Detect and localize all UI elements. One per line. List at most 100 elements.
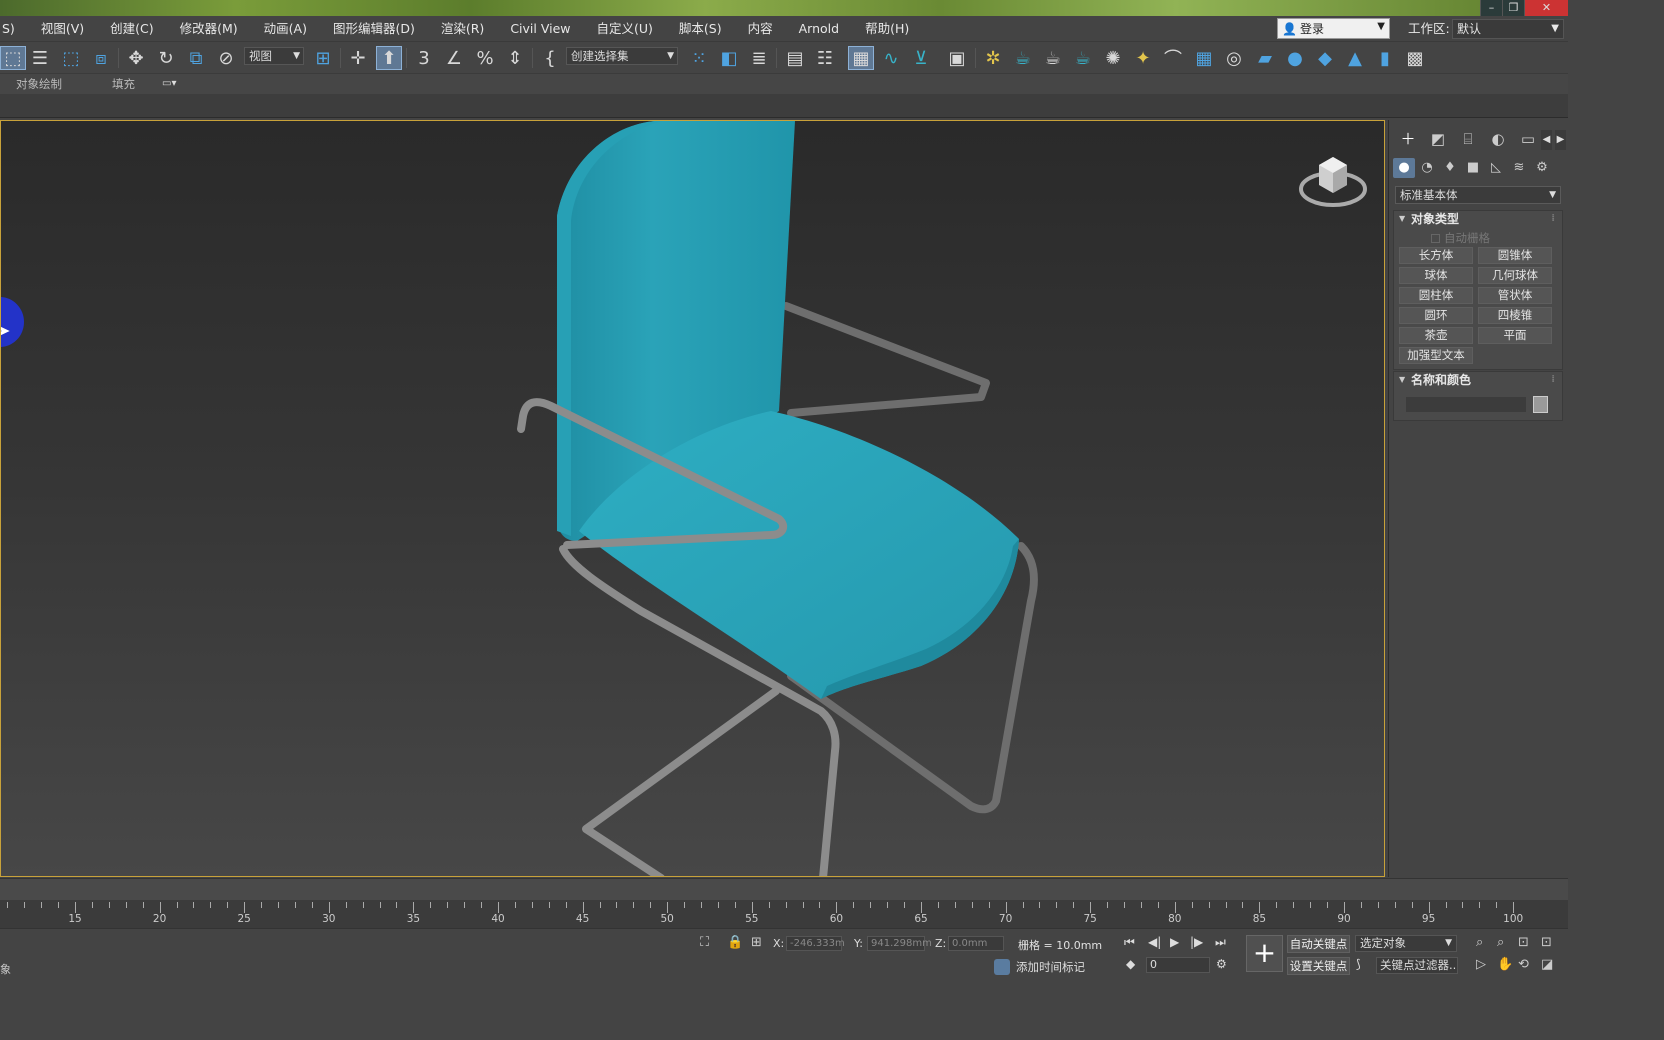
modify-tab-icon[interactable]: ◩ <box>1423 128 1453 150</box>
material-editor-icon[interactable]: ⊻ <box>908 46 934 70</box>
percent-snap-icon[interactable]: % <box>472 46 498 70</box>
restore-button[interactable]: ❐ <box>1502 0 1524 16</box>
menu-item-graph-editors[interactable]: 图形编辑器(D) <box>320 16 428 42</box>
angle-snap-icon[interactable]: ∠ <box>441 46 467 70</box>
text-plus-button[interactable]: 加强型文本 <box>1399 347 1473 364</box>
place-icon[interactable]: ⊘ <box>213 46 239 70</box>
mirror-icon[interactable]: ⁙ <box>686 46 712 70</box>
key-selection-set-dropdown[interactable]: 选定对象 ▼ <box>1355 935 1457 952</box>
tube-button[interactable]: 管状体 <box>1478 287 1552 304</box>
next-frame-icon[interactable]: |▶ <box>1190 935 1203 949</box>
menu-item-content[interactable]: 内容 <box>735 16 786 42</box>
curve-tool-icon[interactable]: ⌒ <box>1160 46 1186 70</box>
named-selection-set-dropdown[interactable]: 创建选择集 ▼ <box>566 47 678 65</box>
add-time-tag-button[interactable]: 添加时间标记 <box>994 959 1085 975</box>
align-icon[interactable]: ◧ <box>716 46 742 70</box>
go-to-start-icon[interactable]: ⏮ <box>1124 935 1135 950</box>
geometry-category-dropdown[interactable]: 标准基本体 ▼ <box>1395 186 1561 204</box>
lights-icon[interactable]: ♦ <box>1439 158 1461 178</box>
close-button[interactable]: ✕ <box>1524 0 1568 16</box>
select-by-name-icon[interactable]: ☰ <box>27 46 53 70</box>
render-production-icon[interactable]: ☕ <box>1010 46 1036 70</box>
box-tool-icon[interactable]: ◆ <box>1312 46 1338 70</box>
scroll-right-icon[interactable]: ▶ <box>1555 130 1566 150</box>
select-manipulate-icon[interactable]: ✛ <box>345 46 371 70</box>
cone-button[interactable]: 圆锥体 <box>1478 247 1552 264</box>
menu-item-animation[interactable]: 动画(A) <box>251 16 320 42</box>
space-warps-icon[interactable]: ≋ <box>1508 158 1530 178</box>
key-mode-icon[interactable]: ◆ <box>1126 957 1135 971</box>
teapot-button[interactable]: 茶壶 <box>1399 327 1473 344</box>
display-tab-icon[interactable]: ▭ <box>1513 128 1543 150</box>
menu-item-modifiers[interactable]: 修改器(M) <box>167 16 251 42</box>
sphere-tool-icon[interactable]: ● <box>1282 46 1308 70</box>
menu-item-civil-view[interactable]: Civil View <box>497 16 583 42</box>
current-frame-spinner[interactable]: 0 <box>1146 957 1210 973</box>
checker-icon[interactable]: ▩ <box>1402 46 1428 70</box>
orbit-icon[interactable]: ◎ <box>1221 46 1247 70</box>
isolate-selection-icon[interactable]: ⛶ <box>700 935 709 950</box>
rendered-frame-window-icon[interactable]: ✲ <box>980 46 1006 70</box>
ribbon-tab-object-paint[interactable]: 对象绘制 <box>16 76 62 92</box>
y-coordinate-field[interactable]: 941.298mm <box>867 936 932 951</box>
edit-named-sets-icon[interactable]: { <box>537 46 563 70</box>
pyramid-button[interactable]: 四棱锥 <box>1478 307 1552 324</box>
scale-icon[interactable]: ⧉ <box>183 46 209 70</box>
maximize-viewport-icon[interactable]: ◪ <box>1541 957 1553 972</box>
geosphere-button[interactable]: 几何球体 <box>1478 267 1552 284</box>
toggle-scene-explorer-icon[interactable]: ≣ <box>746 46 772 70</box>
box-button[interactable]: 长方体 <box>1399 247 1473 264</box>
ribbon-toggle-icon[interactable]: ▭▾ <box>162 78 188 90</box>
absolute-mode-icon[interactable]: ⊞ <box>751 935 762 950</box>
menu-item-select[interactable]: S) <box>0 16 28 42</box>
plane-tool-icon[interactable]: ▰ <box>1252 46 1278 70</box>
workspace-dropdown[interactable]: 默认 ▼ <box>1452 19 1564 39</box>
name-color-header[interactable]: ▼ 名称和颜色 ⁞ <box>1395 371 1561 389</box>
object-type-header[interactable]: ▼ 对象类型 ⁞ <box>1395 210 1561 228</box>
time-slider[interactable] <box>0 878 1568 900</box>
previous-frame-icon[interactable]: ◀| <box>1148 935 1161 949</box>
sun-positioner-icon[interactable]: ✺ <box>1100 46 1126 70</box>
go-to-end-icon[interactable]: ⏭ <box>1215 935 1226 950</box>
track-bar[interactable]: 15 20 25 30 35 40 45 50 55 60 65 70 75 80 85 90 95 100 <box>0 900 1568 928</box>
geometry-icon[interactable]: ● <box>1393 158 1415 178</box>
select-object-icon[interactable]: ⬚ <box>0 46 26 70</box>
auto-key-button[interactable]: 自动关键点 <box>1287 935 1350 953</box>
selection-lock-icon[interactable]: 🔒 <box>727 935 743 950</box>
plane-button[interactable]: 平面 <box>1478 327 1552 344</box>
schematic-view-icon[interactable]: ∿ <box>878 46 904 70</box>
cylinder-button[interactable]: 圆柱体 <box>1399 287 1473 304</box>
time-configuration-icon[interactable]: ⚙ <box>1216 957 1227 971</box>
window-crossing-icon[interactable]: ⧈ <box>88 46 114 70</box>
spinner-snap-icon[interactable]: ⇕ <box>502 46 528 70</box>
viewcube-icon[interactable] <box>1297 149 1369 213</box>
scroll-left-icon[interactable]: ◀ <box>1541 130 1552 150</box>
toggle-ribbon-icon[interactable]: ☷ <box>812 46 838 70</box>
layer-explorer-icon[interactable]: ▤ <box>782 46 808 70</box>
pivot-center-icon[interactable]: ⊞ <box>310 46 336 70</box>
set-key-button[interactable]: 设置关键点 <box>1287 957 1350 975</box>
key-filter-icon[interactable]: ⟆ <box>1356 957 1361 971</box>
x-coordinate-field[interactable]: -246.333m <box>786 936 845 951</box>
render-activeshade-icon[interactable]: ☕ <box>1070 46 1096 70</box>
move-icon[interactable]: ✥ <box>123 46 149 70</box>
play-icon[interactable]: ▶ <box>1170 935 1179 949</box>
render-iterative-icon[interactable]: ☕ <box>1040 46 1066 70</box>
menu-item-scripting[interactable]: 脚本(S) <box>666 16 735 42</box>
orbit-icon[interactable]: ⟲ <box>1518 957 1529 972</box>
motion-tab-icon[interactable]: ◐ <box>1483 128 1513 150</box>
zoom-extents-all-icon[interactable]: ⊡ <box>1541 935 1552 950</box>
menu-item-help[interactable]: 帮助(H) <box>852 16 922 42</box>
set-key-plus-icon[interactable]: + <box>1246 935 1283 972</box>
key-filters-button[interactable]: 关键点过滤器... <box>1376 957 1458 974</box>
menu-item-arnold[interactable]: Arnold <box>786 16 852 42</box>
login-dropdown[interactable]: 👤 登录 ▼ <box>1277 18 1390 39</box>
perspective-viewport[interactable]: ➤ <box>0 120 1385 877</box>
zoom-all-icon[interactable]: ⌕ <box>1497 935 1504 950</box>
light-lister-icon[interactable]: ✦ <box>1130 46 1156 70</box>
menu-item-customize[interactable]: 自定义(U) <box>584 16 666 42</box>
menu-item-create[interactable]: 创建(C) <box>97 16 166 42</box>
curve-editor-icon[interactable]: ▦ <box>848 46 874 70</box>
zoom-extents-icon[interactable]: ⊡ <box>1518 935 1529 950</box>
sphere-button[interactable]: 球体 <box>1399 267 1473 284</box>
